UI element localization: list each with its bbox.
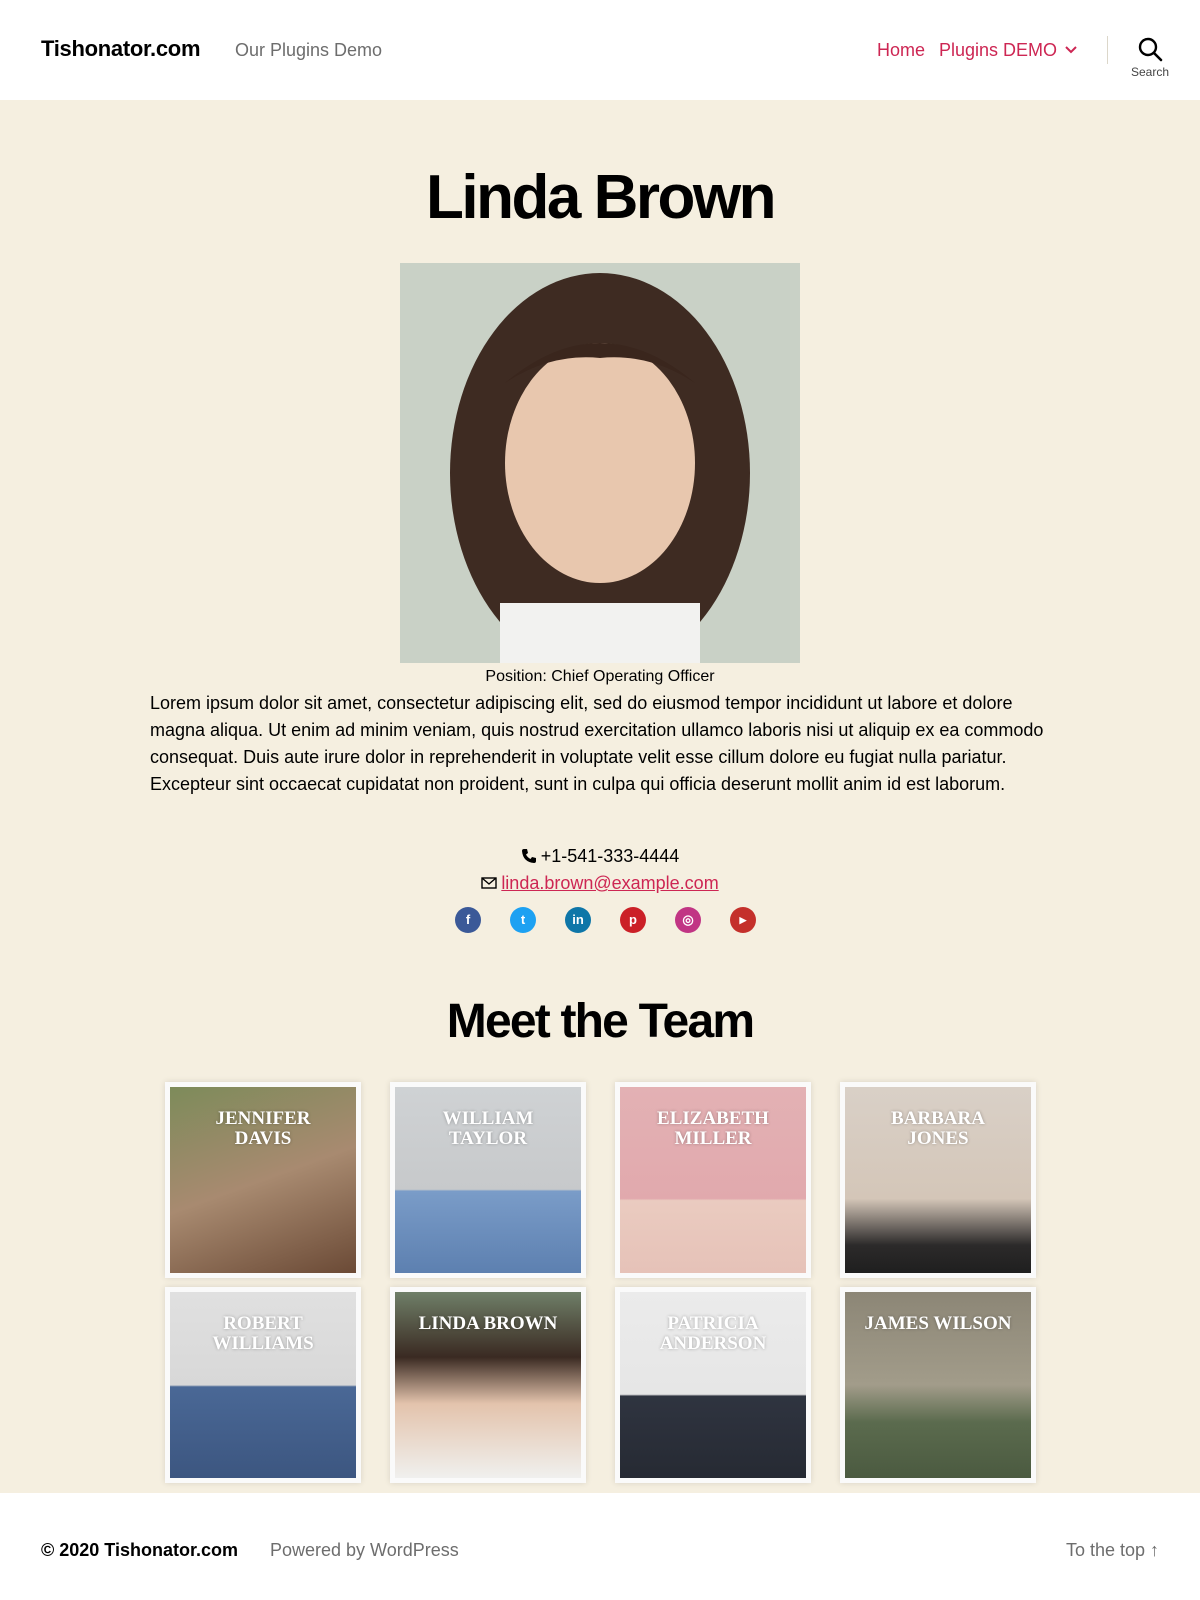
social-links: f t in p ◎ ▶ [455, 907, 756, 933]
profile-bio: Lorem ipsum dolor sit amet, consectetur … [150, 693, 1044, 794]
team-member-photo: ELIZABETH MILLER [620, 1087, 806, 1273]
team-member-name: JAMES WILSON [864, 1313, 1012, 1334]
team-member-card[interactable]: JENNIFER DAVIS [165, 1082, 361, 1278]
team-member-name: BARBARA JONES [891, 1108, 985, 1149]
team-section-title: Meet the Team [446, 995, 755, 1048]
team-member-photo: WILLIAM TAYLOR [395, 1087, 581, 1273]
instagram-icon[interactable]: ◎ [675, 907, 701, 933]
chevron-down-icon[interactable] [1064, 43, 1078, 57]
site-description: Our Plugins Demo [235, 40, 383, 60]
search-icon [1138, 37, 1163, 62]
to-top-link[interactable]: To the top ↑ [1066, 1540, 1159, 1561]
team-member-photo: BARBARA JONES [845, 1087, 1031, 1273]
team-member-photo: PATRICIA ANDERSON [620, 1292, 806, 1478]
team-member-name: ELIZABETH MILLER [657, 1108, 769, 1149]
team-member-name: PATRICIA ANDERSON [659, 1313, 767, 1354]
team-member-card[interactable]: ELIZABETH MILLER [615, 1082, 811, 1278]
team-member-name: WILLIAM TAYLOR [442, 1108, 534, 1149]
envelope-icon [481, 877, 498, 889]
profile-photo [400, 263, 800, 673]
nav-plugins-demo-link[interactable]: Plugins DEMO [939, 40, 1057, 61]
team-member-card[interactable]: BARBARA JONES [840, 1082, 1036, 1278]
nav-divider [1107, 36, 1108, 64]
email-link[interactable]: linda.brown@example.com [501, 873, 718, 893]
profile-email: linda.brown@example.com [0, 873, 1200, 894]
team-member-name: ROBERT WILLIAMS [212, 1313, 314, 1354]
team-member-name: JENNIFER DAVIS [215, 1108, 311, 1149]
footer-powered-by[interactable]: Powered by WordPress [270, 1540, 459, 1561]
team-member-name: LINDA BROWN [418, 1313, 558, 1334]
phone-icon [521, 849, 536, 863]
youtube-icon[interactable]: ▶ [730, 907, 756, 933]
site-title[interactable]: Tishonator.com [41, 36, 201, 62]
nav-home-link[interactable]: Home [877, 40, 925, 61]
team-member-card[interactable]: WILLIAM TAYLOR [390, 1082, 586, 1278]
profile-position: Position: Chief Operating Officer [485, 668, 715, 685]
twitter-icon[interactable]: t [510, 907, 536, 933]
team-member-card[interactable]: ROBERT WILLIAMS [165, 1287, 361, 1483]
pinterest-icon[interactable]: p [620, 907, 646, 933]
team-member-photo: JENNIFER DAVIS [170, 1087, 356, 1273]
profile-photo-graphic [400, 263, 800, 673]
profile-name: Linda Brown [426, 163, 776, 232]
site-header: Tishonator.com Our Plugins Demo Home Plu… [0, 0, 1200, 100]
team-member-photo: JAMES WILSON [845, 1292, 1031, 1478]
team-member-card[interactable]: PATRICIA ANDERSON [615, 1287, 811, 1483]
team-member-card[interactable]: JAMES WILSON [840, 1287, 1036, 1483]
footer-copyright[interactable]: © 2020 Tishonator.com [41, 1540, 238, 1561]
search-label: Search [1130, 65, 1170, 79]
team-member-card[interactable]: LINDA BROWN [390, 1287, 586, 1483]
facebook-icon[interactable]: f [455, 907, 481, 933]
linkedin-icon[interactable]: in [565, 907, 591, 933]
phone-number: +1-541-333-4444 [540, 846, 680, 866]
profile-phone: +1-541-333-4444 [0, 846, 1200, 867]
site-footer: © 2020 Tishonator.com Powered by WordPre… [0, 1493, 1200, 1600]
team-member-photo: LINDA BROWN [395, 1292, 581, 1478]
search-button[interactable]: Search [1117, 36, 1183, 88]
team-member-photo: ROBERT WILLIAMS [170, 1292, 356, 1478]
